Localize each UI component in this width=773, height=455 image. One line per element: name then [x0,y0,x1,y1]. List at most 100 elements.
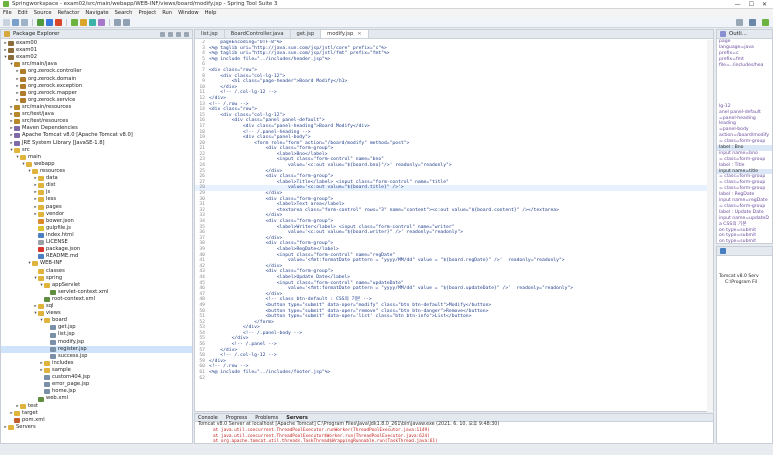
tree-item[interactable]: ▸ less [1,196,192,203]
tree-item[interactable]: ▾ main [1,154,192,161]
tree-item[interactable]: register.jsp [1,345,192,353]
search-icon[interactable] [98,18,105,26]
tree-item[interactable]: root-context.xml [1,296,192,303]
menu-item-project[interactable]: Project [138,10,156,16]
tree-item[interactable]: ▸ sql [1,303,192,310]
spring-perspective-icon[interactable] [762,19,769,26]
menu-item-source[interactable]: Source [34,10,52,16]
tree-item[interactable]: ▸ JRE System Library [JavaSE-1.8] [1,140,192,147]
forward-icon[interactable] [123,18,130,26]
tree-item[interactable]: ▾ resources [1,168,192,175]
tree-item[interactable]: ▸ sample [1,367,192,374]
minimize-button[interactable]: — [735,1,741,8]
save-all-icon[interactable] [21,18,28,26]
tree-item[interactable]: ▸ exam00 [1,40,192,47]
perspective-icon[interactable] [749,19,756,26]
editor-scrollbar[interactable] [707,40,713,412]
console-tab-console[interactable]: Console [198,415,218,421]
menu-item-search[interactable]: Search [115,10,133,16]
run-icon[interactable] [37,18,44,26]
tree-item[interactable]: gulpfile.js [1,225,192,232]
tree-item[interactable]: ▸ dist [1,182,192,189]
tree-item[interactable]: bower.json [1,218,192,225]
tree-item[interactable]: ▸ src/main/resources [1,104,192,111]
close-tab-icon[interactable]: × [357,31,361,37]
tree-item[interactable]: ▸ vendor [1,211,192,218]
maximize-button[interactable]: ☐ [749,1,754,8]
tree-item[interactable]: ▸ exam01 [1,47,192,54]
tree-item[interactable]: servlet-context.xml [1,289,192,296]
outline-item[interactable]: on type=submit [717,239,772,243]
tree-item[interactable]: ▾ exam02 [1,54,192,61]
tree-item[interactable]: LICENSE [1,239,192,246]
tree-item[interactable]: ▸ src/test/java [1,111,192,118]
tree-item[interactable]: ▸ test [1,403,192,410]
tree-item[interactable]: home.jsp [1,388,192,395]
save-icon[interactable] [12,18,19,26]
editor-tab[interactable]: BoardController.java [225,30,291,38]
tree-item[interactable]: ▸ pages [1,204,192,211]
editor-tab[interactable]: list.jsp [195,30,225,38]
editor-tab[interactable]: modify.jsp × [321,30,369,38]
menu-item-refactor[interactable]: Refactor [58,10,80,16]
server-path[interactable]: C:\Program Fil [717,280,772,286]
tree-item[interactable]: ▸ target [1,410,192,417]
new-package-icon[interactable] [80,18,87,26]
code-view[interactable]: 2 pageEncoding="UTF-8"%> 3 <%@ taglib uri=… [195,40,713,412]
menu-item-help[interactable]: Help [205,10,217,16]
tree-item[interactable]: ▾ appServlet [1,282,192,289]
outline-item[interactable]: input name=updateD [717,216,772,222]
outline-item[interactable]: = class=form-group [717,157,772,163]
tree-item[interactable]: get.jsp [1,324,192,331]
link-editor-icon[interactable] [168,31,173,37]
tree-item[interactable]: ▸ org.zerock.service [1,97,192,104]
menu-item-edit[interactable]: Edit [18,10,28,16]
minimize-view-icon[interactable] [184,31,189,37]
tree-item[interactable]: ▾ views [1,310,192,317]
tree-item[interactable]: ▾ spring [1,275,192,282]
tree-item[interactable]: modify.jsp [1,339,192,346]
tree-item[interactable]: ▸ js [1,189,192,196]
outline-item[interactable]: label : Update Date [717,210,772,216]
menu-item-file[interactable]: File [3,10,12,16]
tree-item[interactable]: ▾ src [1,147,192,154]
tree-item[interactable]: error_page.jsp [1,381,192,388]
tree-item[interactable]: package.json [1,246,192,253]
new-icon[interactable] [3,18,10,26]
tree-item[interactable]: ▸ Maven Dependencies [1,125,192,132]
menu-item-run[interactable]: Run [162,10,172,16]
quick-access-icon[interactable] [736,19,743,26]
outline-item[interactable]: = class=form-group [717,204,772,210]
tree-item[interactable]: ▸ org.zerock.domain [1,76,192,83]
view-menu-icon[interactable] [176,31,181,37]
tree-item[interactable]: ▸ org.zerock.mapper [1,90,192,97]
tree-item[interactable]: success.jsp [1,353,192,360]
console-tab-progress[interactable]: Progress [226,415,247,421]
close-button[interactable]: ✕ [762,1,767,8]
tree-item[interactable]: custom404.jsp [1,374,192,381]
back-icon[interactable] [114,18,121,26]
tree-item[interactable]: ▾ src/main/java [1,61,192,68]
tree-item[interactable]: ▾ WEB-INF [1,260,192,267]
tree-item[interactable]: ▾ webapp [1,161,192,168]
new-class-icon[interactable] [89,18,96,26]
tree-item[interactable]: ▸ org.zerock.exception [1,83,192,90]
menu-item-window[interactable]: Window [178,10,198,16]
tree-item[interactable]: ▸ src/test/resources [1,118,192,125]
console-tab-servers[interactable]: Servers [286,415,308,421]
debug-icon[interactable] [46,18,53,26]
tree-item[interactable]: ▾ board [1,317,192,324]
tree-item[interactable]: ▸ includes [1,360,192,367]
tree-item[interactable]: ▸ Apache Tomcat v8.0 [Apache Tomcat v8.0] [1,132,192,139]
tree-item[interactable]: index.html [1,232,192,239]
spring-boot-icon[interactable] [71,18,78,26]
tree-item[interactable]: classes [1,268,192,275]
tree-item[interactable]: list.jsp [1,331,192,338]
menu-item-navigate[interactable]: Navigate [85,10,108,16]
tree-item[interactable]: README.md [1,253,192,260]
tree-item[interactable]: pom.xml [1,417,192,424]
tree-item[interactable]: ▸ data [1,175,192,182]
collapse-all-icon[interactable] [160,31,165,37]
tree-item[interactable]: ▸ Servers [1,424,192,431]
console-tab-problems[interactable]: Problems [255,415,278,421]
